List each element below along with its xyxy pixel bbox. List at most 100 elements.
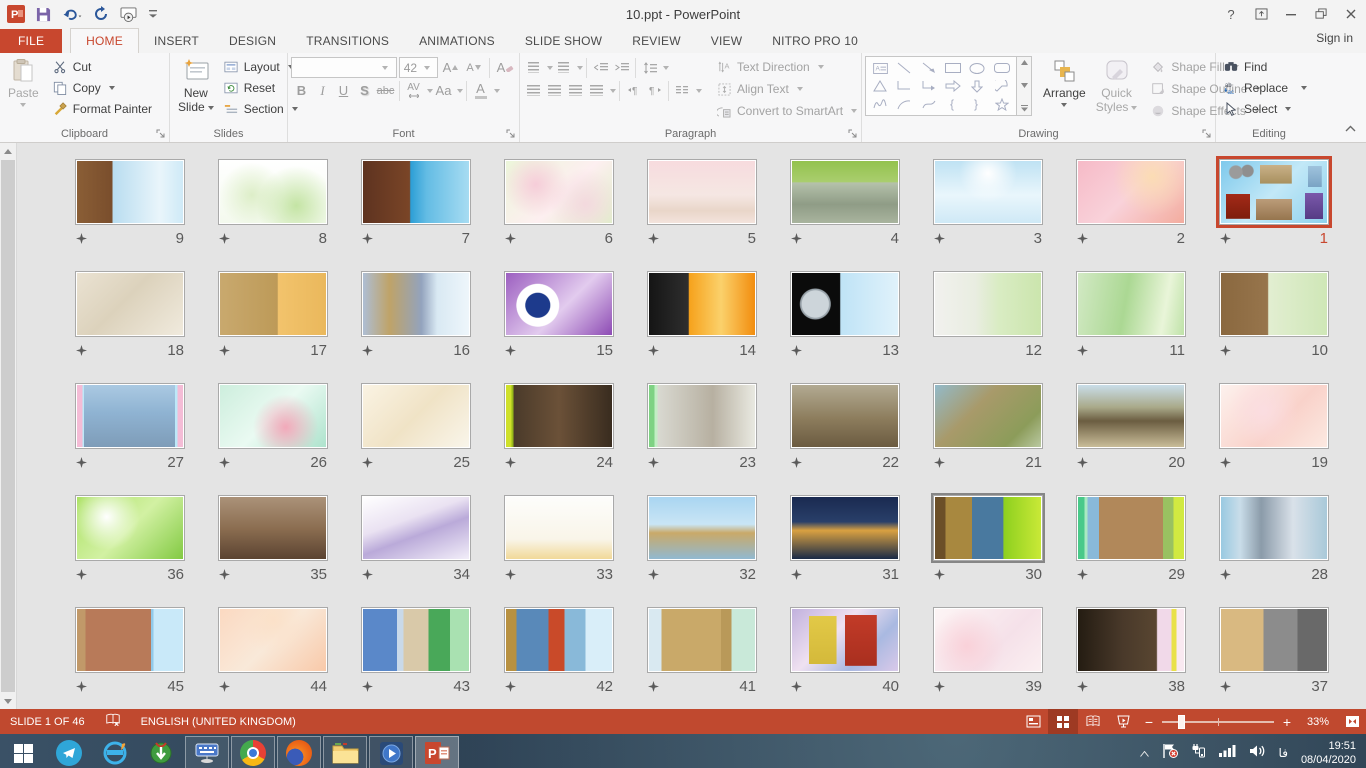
ribbon-display-options-icon[interactable] — [1246, 1, 1276, 27]
arrange-button[interactable]: Arrange — [1038, 56, 1091, 109]
animation-star-icon[interactable] — [76, 233, 90, 244]
slide-thumbnail-27[interactable]: 27 — [75, 383, 185, 476]
slide-thumbnail-18[interactable]: 18 — [75, 271, 185, 364]
animation-star-icon[interactable] — [934, 569, 948, 580]
slide-thumbnail-22[interactable]: 22 — [790, 383, 900, 476]
slide-thumbnail-31[interactable]: 31 — [790, 495, 900, 588]
undo-icon[interactable] — [62, 4, 82, 24]
animation-star-icon[interactable] — [648, 345, 662, 356]
tab-animations[interactable]: ANIMATIONS — [404, 29, 510, 53]
slideshow-view-button[interactable] — [1108, 709, 1138, 734]
animation-star-icon[interactable] — [1220, 233, 1234, 244]
slide-thumbnail-43[interactable]: 43 — [361, 607, 471, 700]
slide-indicator[interactable]: SLIDE 1 OF 46 — [10, 716, 85, 728]
slide-thumbnail-15[interactable]: 15 — [504, 271, 614, 364]
network-signal-icon[interactable] — [1219, 744, 1236, 762]
slide-thumbnail-33[interactable]: 33 — [504, 495, 614, 588]
shapes-gallery[interactable]: A { — [865, 56, 1032, 116]
animation-star-icon[interactable] — [219, 457, 233, 468]
slide-thumbnail-23[interactable]: 23 — [647, 383, 757, 476]
animation-star-icon[interactable] — [362, 345, 376, 356]
start-from-beginning-icon[interactable] — [120, 4, 137, 24]
grow-font-button[interactable]: A — [440, 57, 461, 79]
slide-thumbnail-36[interactable]: 36 — [75, 495, 185, 588]
zoom-slider-thumb[interactable] — [1178, 715, 1185, 729]
slide-thumbnail-21[interactable]: 21 — [933, 383, 1043, 476]
align-text-button[interactable]: Align Text — [712, 78, 861, 100]
character-spacing-button[interactable]: AV — [403, 80, 424, 102]
telegram-icon[interactable] — [46, 734, 92, 768]
slide-thumbnail-42[interactable]: 42 — [504, 607, 614, 700]
save-icon[interactable] — [36, 4, 51, 24]
animation-star-icon[interactable] — [76, 569, 90, 580]
slide-thumbnail-34[interactable]: 34 — [361, 495, 471, 588]
zoom-slider[interactable] — [1162, 721, 1274, 723]
bullets-button[interactable] — [523, 57, 544, 79]
find-button[interactable]: Find — [1219, 56, 1311, 77]
justify-button[interactable] — [586, 80, 607, 102]
animation-star-icon[interactable] — [648, 233, 662, 244]
slide-thumbnail-16[interactable]: 16 — [361, 271, 471, 364]
tab-view[interactable]: VIEW — [696, 29, 757, 53]
animation-star-icon[interactable] — [362, 569, 376, 580]
slide-thumbnail-5[interactable]: 5 — [647, 159, 757, 252]
align-right-button[interactable] — [565, 80, 586, 102]
font-size-combo[interactable]: 42 — [399, 57, 438, 78]
animation-star-icon[interactable] — [362, 233, 376, 244]
slide-thumbnail-25[interactable]: 25 — [361, 383, 471, 476]
zoom-out-button[interactable]: − — [1138, 714, 1160, 730]
clock[interactable]: 19:51 08/04/2020 — [1301, 739, 1356, 768]
animation-star-icon[interactable] — [934, 681, 948, 692]
tab-transitions[interactable]: TRANSITIONS — [291, 29, 404, 53]
quick-styles-button[interactable]: Quick Styles — [1091, 56, 1143, 117]
columns-button[interactable] — [672, 80, 693, 102]
animation-star-icon[interactable] — [648, 681, 662, 692]
tab-nitro-pro[interactable]: NITRO PRO 10 — [757, 29, 873, 53]
animation-star-icon[interactable] — [76, 681, 90, 692]
shrink-font-button[interactable]: A — [463, 57, 484, 79]
right-to-left-button[interactable]: ¶ — [644, 80, 665, 102]
slide-thumbnail-30[interactable]: 30 — [933, 495, 1043, 588]
change-case-button[interactable]: Aa — [433, 80, 454, 102]
animation-star-icon[interactable] — [505, 345, 519, 356]
slide-thumbnail-12[interactable]: 12 — [933, 271, 1043, 364]
animation-star-icon[interactable] — [76, 345, 90, 356]
animation-star-icon[interactable] — [362, 457, 376, 468]
tab-design[interactable]: DESIGN — [214, 29, 291, 53]
animation-star-icon[interactable] — [76, 457, 90, 468]
tab-home[interactable]: HOME — [70, 28, 139, 53]
animation-star-icon[interactable] — [1220, 681, 1234, 692]
font-color-button[interactable]: A — [470, 80, 491, 102]
slide-thumbnail-11[interactable]: 11 — [1076, 271, 1186, 364]
animation-star-icon[interactable] — [1077, 569, 1091, 580]
action-center-flag-icon[interactable] — [1162, 743, 1178, 764]
slide-sorter-view-button[interactable] — [1048, 709, 1078, 734]
clear-formatting-button[interactable]: A — [495, 57, 516, 79]
file-explorer-icon[interactable] — [323, 736, 367, 768]
new-slide-button[interactable]: New Slide — [173, 56, 219, 117]
animation-star-icon[interactable] — [791, 569, 805, 580]
slide-thumbnail-45[interactable]: 45 — [75, 607, 185, 700]
animation-star-icon[interactable] — [505, 233, 519, 244]
paste-button[interactable]: Paste — [3, 56, 44, 109]
animation-star-icon[interactable] — [1077, 681, 1091, 692]
animation-star-icon[interactable] — [505, 569, 519, 580]
line-spacing-button[interactable] — [639, 57, 660, 79]
align-center-button[interactable] — [544, 80, 565, 102]
start-button[interactable] — [0, 734, 46, 768]
zoom-level[interactable]: 33% — [1298, 716, 1338, 728]
slide-thumbnail-9[interactable]: 9 — [75, 159, 185, 252]
scroll-down-icon[interactable] — [0, 693, 16, 709]
volume-icon[interactable] — [1249, 744, 1266, 763]
slide-thumbnail-3[interactable]: 3 — [933, 159, 1043, 252]
input-language-indicator[interactable]: فا — [1279, 746, 1288, 760]
animation-star-icon[interactable] — [1077, 345, 1091, 356]
redo-icon[interactable] — [93, 4, 109, 24]
slide-thumbnail-41[interactable]: 41 — [647, 607, 757, 700]
slide-thumbnail-29[interactable]: 29 — [1076, 495, 1186, 588]
animation-star-icon[interactable] — [934, 233, 948, 244]
animation-star-icon[interactable] — [648, 457, 662, 468]
cut-button[interactable]: Cut — [48, 56, 156, 77]
collapse-ribbon-icon[interactable] — [1345, 119, 1356, 137]
font-name-combo[interactable] — [291, 57, 397, 78]
